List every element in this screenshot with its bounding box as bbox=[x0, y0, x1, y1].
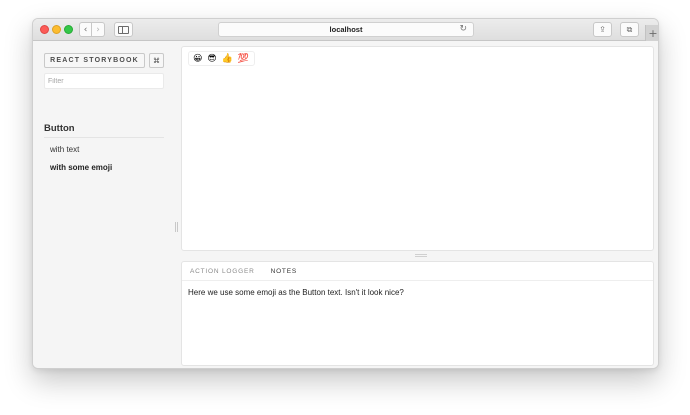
chevron-right-icon: › bbox=[96, 24, 100, 35]
sidebar-icon bbox=[118, 25, 129, 34]
share-icon: ⇪ bbox=[599, 25, 606, 34]
forward-button[interactable]: › bbox=[92, 22, 105, 37]
reload-icon[interactable]: ↻ bbox=[459, 24, 467, 34]
emoji-button[interactable]: 😀 😎 👍 💯 bbox=[188, 51, 255, 66]
browser-window: ‹ › localhost ↻ ⇪ ⧉ + REACT STORYBOOK ⌘ … bbox=[32, 18, 659, 369]
shortcuts-button[interactable]: ⌘ bbox=[149, 53, 164, 68]
close-window-button[interactable] bbox=[40, 25, 49, 34]
notes-text: Here we use some emoji as the Button tex… bbox=[188, 288, 404, 297]
filter-input[interactable] bbox=[44, 73, 164, 89]
panel-resize-handle[interactable] bbox=[415, 254, 427, 257]
preview-pane: 😀 😎 👍 💯 bbox=[181, 46, 654, 251]
sidebar-toggle-button[interactable] bbox=[114, 22, 133, 37]
tab-action-logger[interactable]: ACTION LOGGER bbox=[190, 268, 255, 275]
sidebar-resize-handle[interactable] bbox=[175, 222, 178, 232]
tabs-icon: ⧉ bbox=[626, 24, 633, 34]
new-tab-button[interactable]: + bbox=[645, 25, 658, 41]
minimize-window-button[interactable] bbox=[52, 25, 61, 34]
story-with-some-emoji[interactable]: with some emoji bbox=[50, 163, 112, 172]
story-kind-title[interactable]: Button bbox=[44, 123, 75, 134]
addon-tab-bar: ACTION LOGGER NOTES bbox=[182, 262, 653, 281]
divider bbox=[44, 137, 164, 138]
chevron-left-icon: ‹ bbox=[83, 24, 88, 35]
url-text: localhost bbox=[329, 25, 363, 34]
story-with-text[interactable]: with text bbox=[50, 145, 79, 154]
share-button[interactable]: ⇪ bbox=[593, 22, 612, 37]
tab-notes[interactable]: NOTES bbox=[271, 268, 297, 275]
command-icon: ⌘ bbox=[153, 56, 160, 65]
address-bar[interactable]: localhost ↻ bbox=[218, 22, 474, 37]
title-bar: ‹ › localhost ↻ ⇪ ⧉ + bbox=[33, 19, 658, 41]
maximize-window-button[interactable] bbox=[64, 25, 73, 34]
back-button[interactable]: ‹ bbox=[79, 22, 92, 37]
storybook-app: REACT STORYBOOK ⌘ Button with text with … bbox=[33, 41, 658, 368]
storybook-header-link[interactable]: REACT STORYBOOK bbox=[44, 53, 145, 68]
plus-icon: + bbox=[648, 26, 658, 40]
show-tabs-button[interactable]: ⧉ bbox=[620, 22, 639, 37]
addon-panel: ACTION LOGGER NOTES Here we use some emo… bbox=[181, 261, 654, 366]
